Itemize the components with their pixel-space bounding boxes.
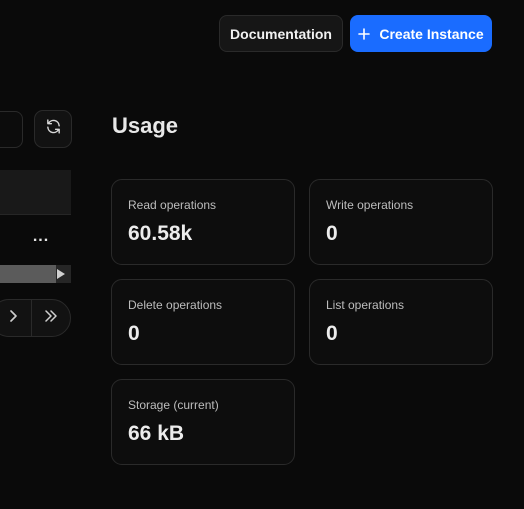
row-more-button[interactable]: ... (26, 226, 56, 248)
card-label: Write operations (326, 198, 414, 212)
card-label: Read operations (128, 198, 217, 212)
write-operations-card: Write operations 0 (309, 179, 493, 265)
delete-operations-card: Delete operations 0 (111, 279, 295, 365)
refresh-button[interactable] (34, 110, 72, 148)
create-instance-button[interactable]: Create Instance (350, 15, 492, 52)
documentation-button[interactable]: Documentation (219, 15, 343, 52)
scrollbar-thumb[interactable] (0, 265, 56, 283)
next-page-button[interactable] (0, 300, 26, 336)
more-icon: ... (32, 228, 50, 245)
pagination-divider (31, 300, 32, 336)
chevron-right-icon (8, 309, 18, 327)
card-value: 0 (326, 322, 338, 345)
card-value: 0 (128, 322, 140, 345)
usage-title: Usage (112, 113, 179, 138)
list-operations-card: List operations 0 (309, 279, 493, 365)
card-label: Delete operations (128, 298, 223, 312)
chevrons-right-icon (44, 309, 58, 327)
card-value: 0 (326, 222, 338, 245)
create-instance-label: Create Instance (379, 25, 484, 42)
search-input[interactable] (0, 111, 23, 148)
read-operations-card: Read operations 60.58k (111, 179, 295, 265)
table-header (0, 170, 71, 215)
card-value: 66 kB (128, 422, 185, 445)
card-value: 60.58k (128, 222, 193, 245)
plus-icon (358, 27, 371, 40)
card-label: List operations (326, 298, 405, 312)
card-label: Storage (current) (128, 398, 219, 412)
refresh-icon (45, 118, 62, 140)
scroll-right-arrow-icon[interactable] (54, 267, 68, 281)
last-page-button[interactable] (33, 300, 69, 336)
storage-card: Storage (current) 66 kB (111, 379, 295, 465)
documentation-label: Documentation (230, 25, 332, 42)
